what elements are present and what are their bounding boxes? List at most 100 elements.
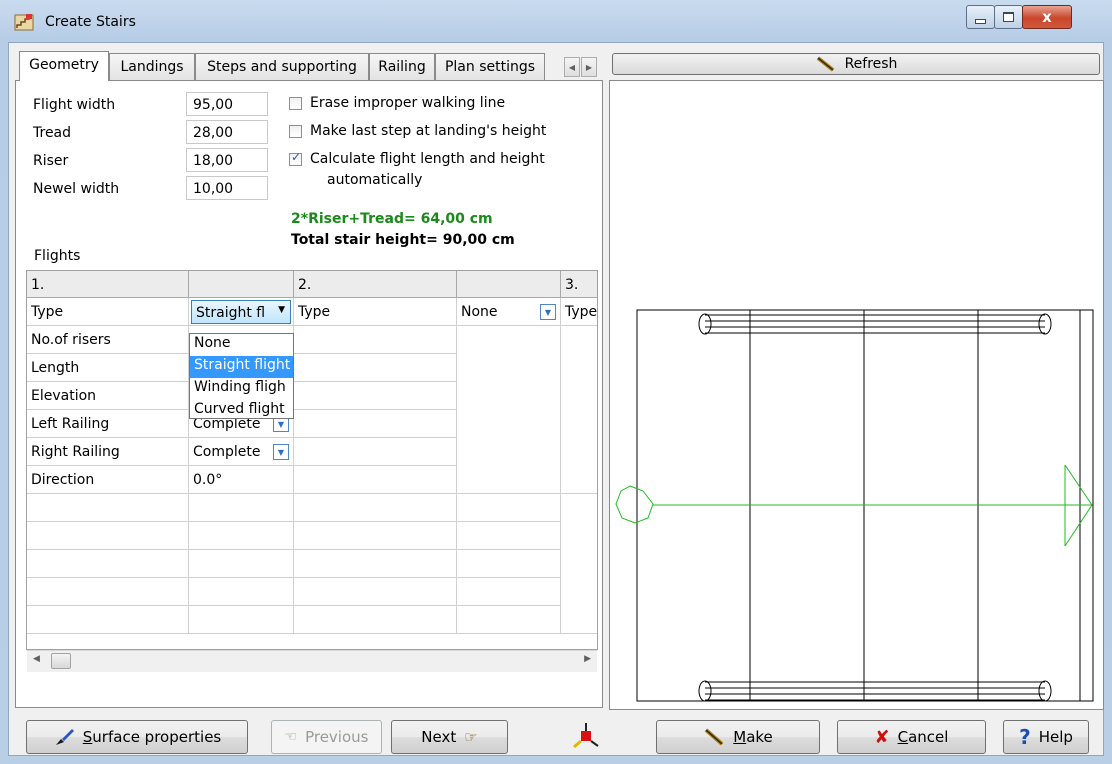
window-title: Create Stairs [45, 14, 136, 30]
blank-row [27, 522, 189, 550]
tab-landings[interactable]: Landings [109, 53, 195, 80]
minimize-button[interactable] [966, 5, 995, 29]
row-label-risers: No.of risers [27, 326, 189, 354]
row-label-elevation: Elevation [27, 382, 189, 410]
grid-header-2[interactable]: 2. [294, 271, 457, 298]
flight-width-label: Flight width [33, 97, 116, 113]
help-button[interactable]: ? Help [1003, 720, 1089, 754]
formula-readout: 2*Riser+Tread= 64,00 cm [291, 211, 493, 227]
arrow-right-icon[interactable]: ▶ [584, 654, 591, 664]
stair-plan-drawing [615, 309, 1094, 702]
previous-button[interactable]: ☜ Previous [271, 720, 382, 754]
empty-cell[interactable] [294, 410, 457, 438]
flights-grid[interactable]: 1. 2. 3. Type Straight fl ▼ Type None ▼ … [26, 270, 598, 650]
arrow-left-icon[interactable]: ◀ [33, 654, 40, 664]
next-button[interactable]: Next ☞ [391, 720, 508, 754]
arrow-left-icon: ◀ [568, 62, 576, 72]
blank-row [189, 606, 294, 634]
axis-gizmo-icon[interactable] [573, 722, 599, 750]
cancel-accel: C [897, 728, 909, 746]
grid-horizontal-scrollbar[interactable]: ◀ ▶ [27, 650, 597, 672]
chevron-down-icon[interactable]: ▼ [273, 444, 289, 460]
grid-header-3[interactable]: 3. [561, 271, 597, 298]
make-button[interactable]: Make [656, 720, 820, 754]
stair-preview-canvas[interactable] [609, 80, 1104, 710]
tread-label: Tread [33, 125, 72, 141]
tab-label: Geometry [29, 57, 99, 73]
row-label-length: Length [27, 354, 189, 382]
right-railing-value: Complete [193, 444, 261, 460]
blank-row [457, 606, 561, 634]
flight-width-field[interactable]: 95,00 [186, 92, 268, 116]
surface-properties-button[interactable]: Surface properties [26, 720, 248, 754]
blank-row [189, 578, 294, 606]
blank-row [189, 494, 294, 522]
empty-cell[interactable] [294, 466, 457, 494]
blank-row [457, 494, 561, 522]
tab-steps-and-supporting[interactable]: Steps and supporting [195, 53, 369, 80]
calculate-automatically-label: Calculate flight length and height [310, 151, 545, 167]
refresh-button[interactable]: Refresh [612, 53, 1100, 75]
empty-cell[interactable] [561, 326, 597, 494]
option-winding-flight[interactable]: Winding fligh [190, 378, 293, 400]
empty-cell[interactable] [294, 438, 457, 466]
refresh-label: Refresh [844, 56, 898, 72]
tread-field[interactable]: 28,00 [186, 120, 268, 144]
close-button[interactable]: x [1022, 5, 1072, 29]
last-step-checkbox[interactable] [289, 125, 302, 138]
riser-label: Riser [33, 153, 69, 169]
make-accel: M [733, 728, 747, 746]
direction-value[interactable]: 0.0° [189, 466, 294, 494]
surface-rest: urface properties [92, 728, 222, 746]
riser-field[interactable]: 18,00 [186, 148, 268, 172]
cancel-button[interactable]: ✘ Cancel [837, 720, 986, 754]
flight-type-dropdown-list[interactable]: None Straight flight Winding fligh Curve… [189, 333, 294, 419]
tab-scroll-right-button[interactable]: ▶ [581, 57, 597, 77]
maximize-icon [1003, 12, 1014, 22]
blank-row [294, 522, 457, 550]
pencil-icon [704, 728, 724, 746]
blank-row [189, 522, 294, 550]
row-label-type: Type [27, 298, 189, 326]
type-select[interactable]: Straight fl ▼ [191, 300, 291, 324]
blank-row [294, 578, 457, 606]
arrow-right-icon: ▶ [585, 62, 593, 72]
stairs-app-icon [14, 14, 34, 31]
red-x-icon: ✘ [874, 726, 890, 748]
total-height-readout: Total stair height= 90,00 cm [291, 232, 515, 248]
tab-railing[interactable]: Railing [369, 53, 435, 80]
tab-label: Railing [378, 59, 426, 75]
empty-cell[interactable] [294, 354, 457, 382]
chevron-down-icon: ▼ [278, 305, 285, 315]
make-rest: ake [746, 728, 773, 746]
row-label-direction: Direction [27, 466, 189, 494]
erase-walking-line-checkbox[interactable] [289, 97, 302, 110]
option-none[interactable]: None [190, 334, 293, 356]
calculate-automatically-label-line2: automatically [327, 172, 423, 188]
last-step-label: Make last step at landing's height [310, 123, 547, 139]
type-select-cell[interactable]: Straight fl ▼ [189, 298, 294, 326]
tab-geometry[interactable]: Geometry [19, 51, 109, 81]
flight2-type-label: Type [294, 298, 457, 326]
tab-plan-settings[interactable]: Plan settings [435, 53, 545, 80]
blank-row [457, 550, 561, 578]
grid-header-1-value[interactable] [189, 271, 294, 298]
grid-header-1[interactable]: 1. [27, 271, 189, 298]
chevron-down-icon[interactable]: ▼ [540, 304, 556, 320]
grid-header-2-value[interactable] [457, 271, 561, 298]
title-bar[interactable]: Create Stairs x [0, 0, 1112, 42]
tab-label: Steps and supporting [207, 59, 357, 75]
flights-label: Flights [34, 248, 81, 264]
scrollbar-thumb[interactable] [51, 653, 71, 669]
next-label: Next [421, 728, 457, 746]
newel-width-field[interactable]: 10,00 [186, 176, 268, 200]
calculate-automatically-checkbox[interactable] [289, 150, 302, 166]
maximize-button[interactable] [994, 5, 1023, 29]
type-select-value: Straight fl [196, 305, 266, 321]
empty-cell[interactable] [294, 382, 457, 410]
empty-cell[interactable] [457, 326, 561, 494]
empty-cell[interactable] [294, 326, 457, 354]
option-curved-flight[interactable]: Curved flight [190, 400, 293, 422]
option-straight-flight[interactable]: Straight flight [190, 356, 293, 378]
tab-scroll-left-button[interactable]: ◀ [564, 57, 580, 77]
